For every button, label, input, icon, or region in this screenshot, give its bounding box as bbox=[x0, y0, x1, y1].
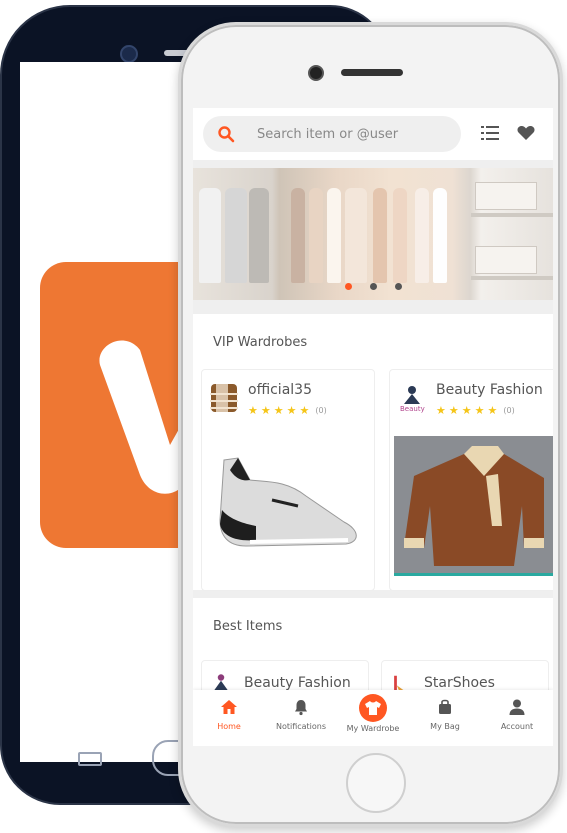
banner-clothing bbox=[345, 188, 367, 283]
home-button bbox=[346, 753, 406, 813]
wardrobe-card[interactable]: Beauty Beauty Fashion ★ ★ ★ ★ ★ (0) bbox=[389, 369, 553, 591]
rating-count: (0) bbox=[503, 406, 515, 415]
nav-label: Account bbox=[500, 722, 534, 731]
star-icon: ★ bbox=[299, 404, 310, 417]
banner-clothing bbox=[373, 188, 387, 283]
nav-label: My Bag bbox=[430, 722, 460, 731]
star-icon: ★ bbox=[461, 404, 472, 417]
rating-count: (0) bbox=[315, 406, 327, 415]
banner-storage-box bbox=[475, 182, 537, 210]
star-icon: ★ bbox=[436, 404, 446, 417]
bag-icon bbox=[439, 699, 451, 714]
section-title: VIP Wardrobes bbox=[213, 335, 308, 350]
banner-clothing bbox=[291, 188, 305, 283]
store-name: Beauty Fashion bbox=[244, 675, 351, 691]
wardrobe-name: official35 bbox=[248, 382, 312, 398]
wardrobe-button[interactable] bbox=[359, 694, 387, 722]
bell-icon bbox=[295, 700, 307, 716]
vip-wardrobes-section: VIP Wardrobes official35 ★ ★ ★ ★ ★ (0) B… bbox=[193, 314, 553, 591]
banner-shelf bbox=[471, 276, 553, 280]
camera-icon bbox=[120, 45, 138, 63]
search-input[interactable]: Search item or @user bbox=[203, 116, 461, 152]
nav-label: My Wardrobe bbox=[346, 724, 400, 733]
carousel-dots bbox=[345, 283, 402, 290]
rating-stars: ★ ★ ★ ★ ★ (0) bbox=[436, 404, 515, 417]
banner-clothing bbox=[199, 188, 221, 283]
speaker-grille bbox=[341, 69, 403, 76]
section-title: Best Items bbox=[213, 619, 283, 634]
nav-account[interactable]: Account bbox=[481, 690, 553, 746]
app-screen: Search item or @user VIP Wardrobes offic… bbox=[193, 108, 553, 746]
banner-clothing bbox=[327, 188, 341, 283]
star-icon: ★ bbox=[448, 404, 459, 417]
nav-my-wardrobe[interactable]: My Wardrobe bbox=[337, 690, 409, 746]
rating-stars: ★ ★ ★ ★ ★ (0) bbox=[248, 404, 327, 417]
star-icon: ★ bbox=[286, 404, 297, 417]
carousel-dot[interactable] bbox=[370, 283, 377, 290]
nav-notifications[interactable]: Notifications bbox=[265, 690, 337, 746]
user-icon bbox=[509, 699, 525, 715]
search-placeholder: Search item or @user bbox=[257, 126, 399, 142]
nav-my-bag[interactable]: My Bag bbox=[409, 690, 481, 746]
banner-storage-box bbox=[475, 246, 537, 274]
banner-carousel[interactable] bbox=[193, 168, 553, 300]
banner-clothing bbox=[433, 188, 447, 283]
star-icon: ★ bbox=[487, 404, 498, 417]
search-icon bbox=[218, 126, 235, 143]
star-icon: ★ bbox=[273, 404, 284, 417]
nav-label: Notifications bbox=[275, 722, 327, 731]
banner-clothing bbox=[249, 188, 269, 283]
list-icon[interactable] bbox=[481, 125, 499, 141]
banner-clothing bbox=[415, 188, 429, 283]
nav-label: Home bbox=[217, 722, 241, 731]
star-icon: ★ bbox=[474, 404, 485, 417]
tshirt-icon bbox=[365, 701, 381, 715]
nav-home[interactable]: Home bbox=[193, 690, 265, 746]
wardrobe-avatar bbox=[210, 384, 238, 412]
wardrobe-name: Beauty Fashion bbox=[436, 382, 543, 398]
camera-icon bbox=[308, 65, 324, 81]
carousel-dot[interactable] bbox=[395, 283, 402, 290]
star-icon: ★ bbox=[248, 404, 258, 417]
back-button-icon bbox=[78, 752, 102, 766]
banner-clothing bbox=[309, 188, 323, 283]
sneaker-image bbox=[219, 457, 357, 547]
best-items-section: Best Items Beauty Fashion StarShoes bbox=[193, 598, 553, 712]
leather-jacket-image bbox=[394, 436, 553, 576]
carousel-dot[interactable] bbox=[345, 283, 352, 290]
bottom-navigation: Home Notifications My Wardrobe My Bag Ac… bbox=[193, 690, 553, 746]
wardrobe-card[interactable]: official35 ★ ★ ★ ★ ★ (0) bbox=[201, 369, 375, 591]
wardrobe-avatar: Beauty bbox=[400, 386, 425, 413]
banner-clothing bbox=[225, 188, 247, 283]
store-name: StarShoes bbox=[424, 675, 495, 691]
heart-icon[interactable] bbox=[517, 125, 535, 141]
top-bar: Search item or @user bbox=[193, 108, 553, 160]
banner-clothing bbox=[393, 188, 407, 283]
star-icon: ★ bbox=[260, 404, 271, 417]
svg-text:Beauty: Beauty bbox=[400, 405, 425, 413]
home-icon bbox=[221, 700, 237, 714]
banner-shelf bbox=[471, 213, 553, 217]
